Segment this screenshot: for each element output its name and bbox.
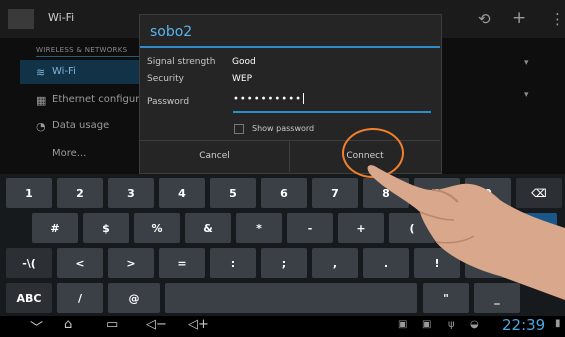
overflow-menu-icon[interactable]: ⋮ xyxy=(550,10,565,28)
keyboard-key[interactable]: = xyxy=(159,248,205,278)
list-item-label: Wi-Fi xyxy=(52,66,76,77)
battery-icon: ▮ xyxy=(555,318,561,329)
home-icon[interactable]: ⌂ xyxy=(64,317,72,332)
keyboard-key[interactable]: $ xyxy=(83,213,129,243)
show-password-label: Show password xyxy=(252,124,315,133)
system-navigation-bar xyxy=(0,316,565,337)
section-divider xyxy=(36,56,141,57)
password-label: Password xyxy=(147,97,190,107)
keyboard-key[interactable]: 3 xyxy=(108,178,154,208)
screenshot-icon: ▣ xyxy=(398,319,408,330)
password-value: •••••••••• xyxy=(233,93,302,105)
signal-strength-value: Good xyxy=(232,57,256,67)
dialog-title-divider xyxy=(140,46,440,48)
list-section-header: WIRELESS & NETWORKS xyxy=(36,46,128,54)
action-bar-title: Wi-Fi xyxy=(48,11,75,24)
notification-icon: ▣ xyxy=(422,319,432,330)
keyboard-key[interactable]: 4 xyxy=(159,178,205,208)
back-icon[interactable]: ﹀ xyxy=(30,317,43,336)
wifi-signal-icon: ▾ xyxy=(524,58,529,68)
signal-strength-label: Signal strength xyxy=(147,57,216,67)
keyboard-key[interactable]: 2 xyxy=(57,178,103,208)
keyboard-key[interactable]: / xyxy=(57,283,103,313)
recent-apps-icon[interactable]: ▭ xyxy=(106,317,118,332)
wifi-signal-icon: ▾ xyxy=(524,90,529,100)
keyboard-key[interactable]: > xyxy=(108,248,154,278)
keyboard-key[interactable]: ABC xyxy=(6,283,52,313)
wifi-settings-icon[interactable]: ⟲ xyxy=(478,10,491,28)
list-item-ethernet[interactable]: Ethernet configura xyxy=(52,94,145,105)
keyboard-key[interactable]: -\( xyxy=(6,248,52,278)
keyboard-key[interactable]: @ xyxy=(108,283,160,313)
keyboard-key[interactable]: < xyxy=(57,248,103,278)
volume-up-icon[interactable]: ◁+ xyxy=(188,317,209,332)
list-item-more[interactable]: More... xyxy=(52,148,86,159)
ethernet-icon: ▦ xyxy=(36,94,47,107)
add-network-icon[interactable]: + xyxy=(512,8,526,28)
pointing-hand-image xyxy=(367,165,565,300)
cancel-button[interactable]: Cancel xyxy=(140,141,289,172)
keyboard-key[interactable]: ; xyxy=(261,248,307,278)
show-password-checkbox[interactable] xyxy=(234,124,244,134)
keyboard-key[interactable]: % xyxy=(134,213,180,243)
usb-icon: ψ xyxy=(448,319,455,330)
keyboard-key[interactable]: # xyxy=(32,213,78,243)
password-field[interactable]: •••••••••• xyxy=(233,93,431,113)
keyboard-key[interactable]: 1 xyxy=(6,178,52,208)
clock: 22:39 xyxy=(502,316,546,334)
keyboard-key[interactable]: - xyxy=(287,213,333,243)
volume-down-icon[interactable]: ◁− xyxy=(146,317,167,332)
text-caret xyxy=(302,93,304,104)
keyboard-key[interactable]: & xyxy=(185,213,231,243)
keyboard-key[interactable]: 5 xyxy=(210,178,256,208)
list-item-data-usage[interactable]: Data usage xyxy=(52,120,109,131)
wifi-status-icon: ◒ xyxy=(470,319,479,330)
keyboard-key[interactable]: : xyxy=(210,248,256,278)
data-usage-icon: ◔ xyxy=(36,120,46,133)
keyboard-key[interactable]: * xyxy=(236,213,282,243)
dialog-title: sobo2 xyxy=(150,24,193,40)
settings-app-icon[interactable] xyxy=(8,9,34,29)
wifi-icon: ≋ xyxy=(36,66,46,79)
keyboard-key[interactable]: 6 xyxy=(261,178,307,208)
security-label: Security xyxy=(147,74,184,84)
security-value: WEP xyxy=(232,74,253,84)
